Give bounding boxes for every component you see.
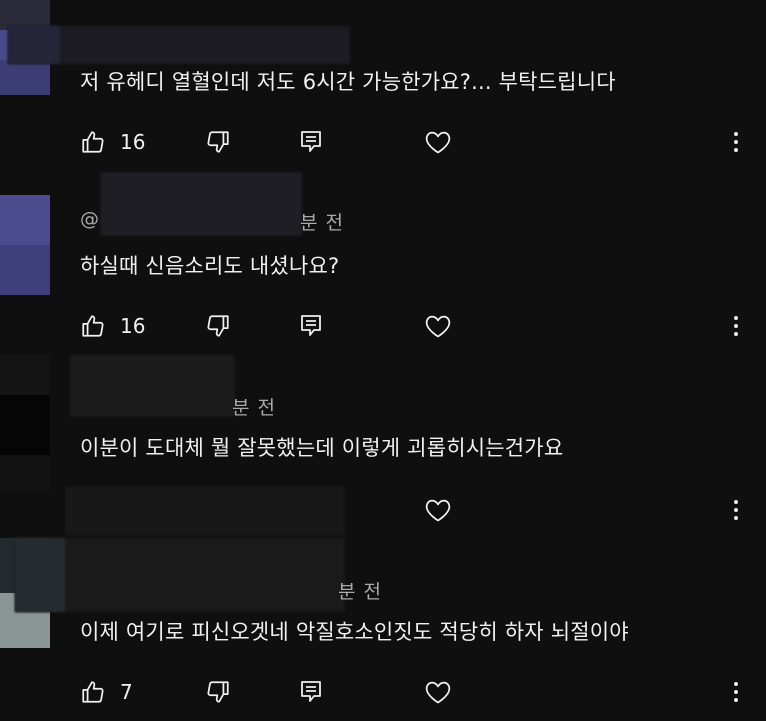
reply-button[interactable] xyxy=(299,308,323,344)
like-count: 16 xyxy=(120,130,146,154)
comment-meta-prefix: @ xyxy=(80,208,100,230)
reply-icon xyxy=(299,679,323,705)
heart-icon xyxy=(424,497,452,523)
thumbs-up-icon xyxy=(80,679,106,705)
dislike-button[interactable] xyxy=(205,124,231,160)
reply-button[interactable] xyxy=(299,674,323,710)
avatar[interactable] xyxy=(0,355,50,490)
comment-text: 이분이 도대체 뭘 잘못했는데 이렇게 괴롭히시는건가요 xyxy=(80,436,564,460)
avatar[interactable] xyxy=(0,195,50,295)
redacted-username xyxy=(100,172,302,236)
reply-icon xyxy=(299,313,323,339)
comment-text: 하실때 신음소리도 내셨나요? xyxy=(80,254,340,278)
reply-button[interactable] xyxy=(299,124,323,160)
comment-timestamp: 분 전 xyxy=(338,581,382,603)
more-vertical-icon[interactable] xyxy=(726,308,746,344)
thumbs-down-icon xyxy=(205,679,231,705)
like-count: 16 xyxy=(120,314,146,338)
comment-text: 이제 여기로 피신오겟네 악질호소인짓도 적당히 하자 뇌절이야 xyxy=(80,620,629,644)
like-button[interactable]: 16 xyxy=(80,308,145,344)
redacted-username xyxy=(70,355,235,417)
comment-text: 저 유헤디 열혈인데 저도 6시간 가능한가요?... 부탁드립니다 xyxy=(80,70,616,94)
heart-icon xyxy=(424,679,452,705)
comment-actions: 16 xyxy=(0,124,766,160)
comment-actions: 16 xyxy=(0,308,766,344)
reply-icon xyxy=(299,129,323,155)
like-button[interactable]: 16 xyxy=(80,124,145,160)
comment-timestamp: 분 전 xyxy=(232,397,276,419)
thumbs-down-icon xyxy=(205,313,231,339)
thumbs-up-icon xyxy=(80,129,106,155)
more-vertical-icon[interactable] xyxy=(726,124,746,160)
like-count: 7 xyxy=(120,680,133,704)
more-vertical-icon[interactable] xyxy=(726,674,746,710)
dislike-button[interactable] xyxy=(205,674,231,710)
more-vertical-icon[interactable] xyxy=(726,492,746,528)
heart-button[interactable] xyxy=(424,674,452,710)
dislike-button[interactable] xyxy=(205,308,231,344)
redacted-username-block xyxy=(15,538,65,612)
redacted-overlay xyxy=(65,486,345,536)
thumbs-up-icon xyxy=(80,313,106,339)
heart-icon xyxy=(424,313,452,339)
heart-button[interactable] xyxy=(424,124,452,160)
heart-icon xyxy=(424,129,452,155)
redacted-username-block xyxy=(8,26,60,64)
thumbs-down-icon xyxy=(205,129,231,155)
comment-actions: 7 xyxy=(0,674,766,710)
comment-timestamp: 분 전 xyxy=(300,212,344,234)
heart-button[interactable] xyxy=(424,492,452,528)
like-button[interactable]: 7 xyxy=(80,674,133,710)
heart-button[interactable] xyxy=(424,308,452,344)
